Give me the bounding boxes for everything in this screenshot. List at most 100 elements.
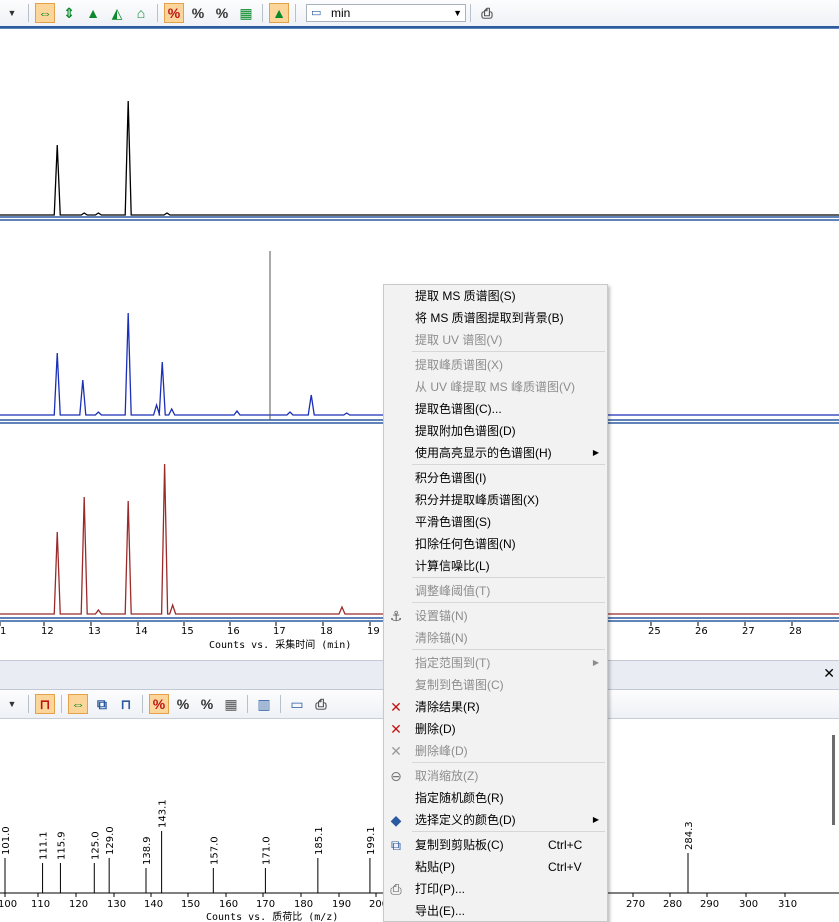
menu-item[interactable]: 积分并提取峰质谱图(X) xyxy=(384,489,607,511)
spectrum-peak-label: 143.1 xyxy=(158,799,169,828)
menu-separator xyxy=(412,464,605,465)
x-axis-tick-label: 170 xyxy=(256,899,275,910)
submenu-arrow-icon: ▶ xyxy=(592,448,599,457)
print-icon: ⎙ xyxy=(390,881,402,897)
x-axis-tick-label: 13 xyxy=(88,626,101,637)
x-axis-tick-label: 100 xyxy=(0,899,17,910)
menu-item-label: 复制到色谱图(C) xyxy=(415,678,504,692)
spectrum-peak-label: 157.0 xyxy=(209,836,220,865)
x-axis-tick-label: 19 xyxy=(367,626,380,637)
menu-item-label: 打印(P)... xyxy=(415,882,465,896)
x-axis-tick-label: 14 xyxy=(135,626,148,637)
menu-item-label: 平滑色谱图(S) xyxy=(415,515,491,529)
x-axis-tick-label: 16 xyxy=(227,626,240,637)
menu-separator xyxy=(412,602,605,603)
menu-item-label: 指定范围到(T) xyxy=(415,656,491,670)
menu-item-label: 积分色谱图(I) xyxy=(415,471,487,485)
menu-item[interactable]: ✕ 清除结果(R) xyxy=(384,696,607,718)
menu-item-label: 取消缩放(Z) xyxy=(415,769,479,783)
menu-item[interactable]: 将 MS 质谱图提取到背景(B) xyxy=(384,307,607,329)
menu-item-label: 提取 MS 质谱图(S) xyxy=(415,289,516,303)
menu-item[interactable]: 提取色谱图(C)... xyxy=(384,398,607,420)
menu-item[interactable]: ⎙ 打印(P)... xyxy=(384,878,607,900)
menu-item: 提取峰质谱图(X) xyxy=(384,354,607,376)
spectrum-peak-label: 171.0 xyxy=(261,836,272,865)
menu-item: 调整峰阈值(T) xyxy=(384,580,607,602)
zoom-out-icon: ⊖ xyxy=(390,768,402,784)
menu-item-label: 提取色谱图(C)... xyxy=(415,402,502,416)
x-axis-tick-label: 130 xyxy=(107,899,126,910)
menu-item[interactable]: ⧉ 复制到剪贴板(C) Ctrl+C xyxy=(384,834,607,856)
x-axis-tick-label: 28 xyxy=(789,626,802,637)
x-axis-tick-label: 160 xyxy=(219,899,238,910)
menu-item[interactable]: 计算信噪比(L) xyxy=(384,555,607,577)
menu-item: ✕ 删除峰(D) xyxy=(384,740,607,762)
menu-item-label: 积分并提取峰质谱图(X) xyxy=(415,493,539,507)
menu-item-label: 计算信噪比(L) xyxy=(415,559,490,573)
menu-item[interactable]: 积分色谱图(I) xyxy=(384,467,607,489)
menu-item[interactable]: 平滑色谱图(S) xyxy=(384,511,607,533)
x-axis-tick-label: 300 xyxy=(739,899,758,910)
menu-item: 从 UV 峰提取 MS 峰质谱图(V) xyxy=(384,376,607,398)
x-axis-title: Counts vs. 质荷比 (m/z) xyxy=(206,911,338,922)
menu-item-label: 提取 UV 谱图(V) xyxy=(415,333,503,347)
menu-item[interactable]: 扣除任何色谱图(N) xyxy=(384,533,607,555)
menu-separator xyxy=(412,762,605,763)
color-fill-icon: ◆ xyxy=(390,812,402,828)
menu-item[interactable]: 使用高亮显示的色谱图(H) ▶ xyxy=(384,442,607,464)
x-axis-tick-label: 25 xyxy=(648,626,661,637)
menu-item: 提取 UV 谱图(V) xyxy=(384,329,607,351)
x-axis-tick-label: 1 xyxy=(0,626,6,637)
menu-separator xyxy=(412,831,605,832)
menu-item-label: 扣除任何色谱图(N) xyxy=(415,537,516,551)
menu-item[interactable]: 指定随机颜色(R) xyxy=(384,787,607,809)
menu-item: 复制到色谱图(C) xyxy=(384,674,607,696)
menu-item-label: 将 MS 质谱图提取到背景(B) xyxy=(415,311,564,325)
spectrum-peak-label: 101.0 xyxy=(1,826,12,855)
menu-item[interactable]: 粘贴(P) Ctrl+V xyxy=(384,856,607,878)
x-axis-tick-label: 180 xyxy=(294,899,313,910)
spectrum-peak-label: 125.0 xyxy=(90,831,101,860)
menu-item-label: 提取附加色谱图(D) xyxy=(415,424,516,438)
x-axis-tick-label: 280 xyxy=(663,899,682,910)
menu-item-label: 清除结果(R) xyxy=(415,700,480,714)
spectrum-peak-label: 138.9 xyxy=(142,836,153,865)
menu-item: ⚓ 设置锚(N) xyxy=(384,605,607,627)
spectrum-peak-label: 129.0 xyxy=(105,826,116,855)
menu-separator xyxy=(412,649,605,650)
delete-icon: ✕ xyxy=(390,721,402,737)
x-axis-tick-label: 12 xyxy=(41,626,54,637)
menu-item[interactable]: 提取 MS 质谱图(S) xyxy=(384,285,607,307)
menu-item[interactable]: ◆ 选择定义的颜色(D) ▶ xyxy=(384,809,607,831)
menu-item-label: 删除峰(D) xyxy=(415,744,468,758)
menu-item-label: 从 UV 峰提取 MS 峰质谱图(V) xyxy=(415,380,576,394)
menu-item: ⊖ 取消缩放(Z) xyxy=(384,765,607,787)
menu-shortcut: Ctrl+V xyxy=(548,860,582,874)
x-axis-tick-label: 26 xyxy=(695,626,708,637)
delete-peak-icon: ✕ xyxy=(390,743,402,759)
spectrum-peak-label: 199.1 xyxy=(366,826,377,855)
menu-item[interactable]: 导出(E)... xyxy=(384,900,607,922)
submenu-arrow-icon: ▶ xyxy=(592,658,599,667)
anchor-icon: ⚓ xyxy=(389,608,403,624)
menu-item-label: 粘贴(P) xyxy=(415,860,455,874)
menu-item: 指定范围到(T) ▶ xyxy=(384,652,607,674)
copy-icon: ⧉ xyxy=(391,837,401,853)
x-axis-tick-label: 140 xyxy=(144,899,163,910)
menu-item-label: 调整峰阈值(T) xyxy=(415,584,491,598)
menu-item[interactable]: ✕ 删除(D) xyxy=(384,718,607,740)
menu-item[interactable]: 提取附加色谱图(D) xyxy=(384,420,607,442)
x-axis-title: Counts vs. 采集时间 (min) xyxy=(209,638,351,651)
menu-item-label: 删除(D) xyxy=(415,722,456,736)
menu-item-label: 使用高亮显示的色谱图(H) xyxy=(415,446,552,460)
x-axis-tick-label: 310 xyxy=(778,899,797,910)
x-axis-tick-label: 120 xyxy=(69,899,88,910)
clear-results-icon: ✕ xyxy=(390,699,402,715)
context-menu: 提取 MS 质谱图(S) 将 MS 质谱图提取到背景(B) 提取 UV 谱图(V) 提… xyxy=(383,284,608,922)
menu-item: 清除锚(N) xyxy=(384,627,607,649)
spectrum-peak-label: 115.9 xyxy=(56,831,67,860)
x-axis-tick-label: 270 xyxy=(626,899,645,910)
menu-item-label: 指定随机颜色(R) xyxy=(415,791,504,805)
x-axis-tick-label: 27 xyxy=(742,626,755,637)
x-axis-tick-label: 110 xyxy=(31,899,50,910)
